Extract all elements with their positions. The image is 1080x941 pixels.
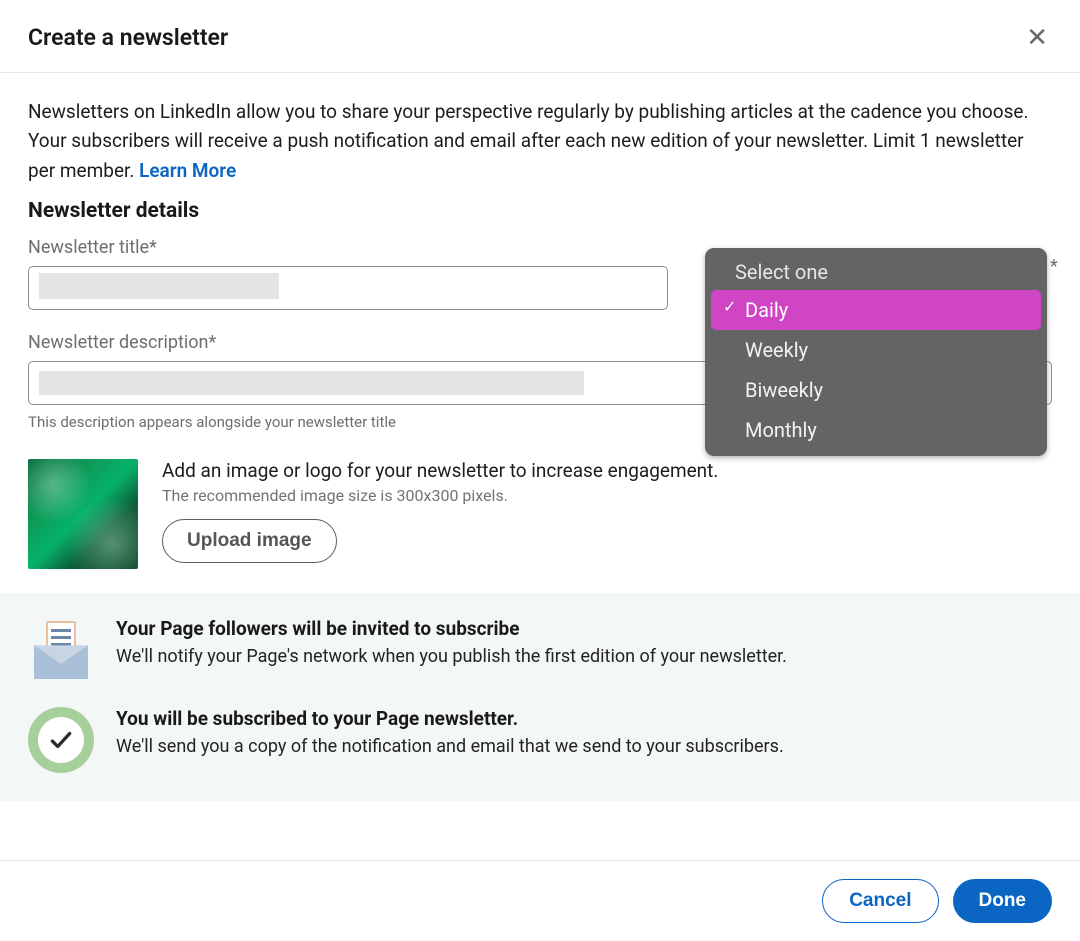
redacted-title-value (39, 273, 279, 299)
cadence-option-biweekly[interactable]: Biweekly (711, 370, 1041, 410)
info-subscribed: You will be subscribed to your Page news… (28, 707, 1052, 773)
info-invite-texts: Your Page followers will be invited to s… (116, 617, 787, 667)
upload-texts: Add an image or logo for your newsletter… (162, 459, 718, 563)
check-circle-icon (28, 707, 94, 773)
section-title: Newsletter details (28, 199, 1052, 223)
modal-footer: Cancel Done (0, 860, 1080, 941)
upload-headline: Add an image or logo for your newsletter… (162, 459, 718, 482)
learn-more-link[interactable]: Learn More (139, 159, 236, 182)
intro-text: Newsletters on LinkedIn allow you to sha… (28, 97, 1052, 185)
close-icon: ✕ (1026, 22, 1048, 52)
cadence-option-weekly[interactable]: Weekly (711, 330, 1041, 370)
info-subscribed-body: We'll send you a copy of the notificatio… (116, 736, 784, 757)
upload-subtext: The recommended image size is 300x300 pi… (162, 486, 718, 505)
cadence-dropdown-placeholder: Select one (711, 254, 1041, 290)
newsletter-thumbnail[interactable] (28, 459, 138, 569)
upload-image-button[interactable]: Upload image (162, 519, 337, 563)
info-invite: Your Page followers will be invited to s… (28, 617, 1052, 683)
cadence-option-daily[interactable]: Daily (711, 290, 1041, 330)
newsletter-title-field: Newsletter title* (28, 237, 668, 310)
info-subscribed-title: You will be subscribed to your Page news… (116, 707, 784, 730)
newsletter-title-input[interactable] (28, 266, 668, 310)
cadence-option-monthly[interactable]: Monthly (711, 410, 1041, 450)
modal-body: Newsletters on LinkedIn allow you to sha… (0, 73, 1080, 860)
modal-title: Create a newsletter (28, 24, 228, 51)
info-subscribed-texts: You will be subscribed to your Page news… (116, 707, 784, 757)
close-button[interactable]: ✕ (1022, 20, 1052, 54)
redacted-description-value (39, 371, 584, 395)
newsletter-title-label: Newsletter title* (28, 237, 668, 258)
modal-header: Create a newsletter ✕ (0, 0, 1080, 73)
cancel-button[interactable]: Cancel (822, 879, 938, 923)
info-panel: Your Page followers will be invited to s… (0, 593, 1080, 801)
cadence-required-asterisk: * (1050, 256, 1058, 277)
info-invite-body: We'll notify your Page's network when yo… (116, 646, 787, 667)
create-newsletter-modal: Create a newsletter ✕ Newsletters on Lin… (0, 0, 1080, 941)
envelope-icon (28, 617, 94, 683)
info-invite-title: Your Page followers will be invited to s… (116, 617, 787, 640)
upload-row: Add an image or logo for your newsletter… (28, 459, 1052, 569)
cadence-dropdown[interactable]: Select one Daily Weekly Biweekly Monthly (705, 248, 1047, 456)
done-button[interactable]: Done (953, 879, 1053, 923)
